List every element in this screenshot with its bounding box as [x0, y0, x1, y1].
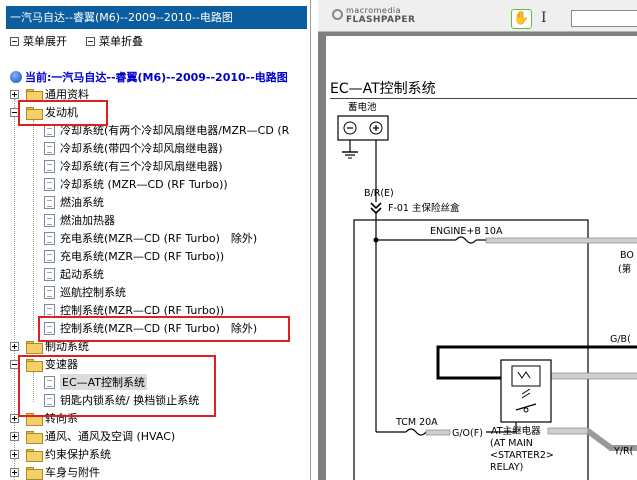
tree-node-restraint[interactable]: 约束保护系统 — [10, 446, 111, 462]
document-page: EC—AT控制系统 蓄电池 B/R(E) F-01 主保险丝盒 ENGINE+B… — [326, 36, 637, 480]
relay-label-en1: (AT MAIN — [490, 438, 533, 449]
fuse-box-frame — [353, 219, 589, 480]
document-icon — [44, 285, 55, 299]
highlight-box-transmission — [18, 355, 216, 417]
folder-icon — [26, 430, 43, 444]
globe-icon — [10, 71, 22, 83]
page-title: EC—AT控制系统 — [330, 81, 436, 97]
label-bo: BO — [620, 250, 634, 261]
document-icon — [44, 195, 55, 209]
collapse-icon — [86, 36, 95, 46]
document-icon — [44, 159, 55, 173]
wire-gb-label: G/B( — [610, 334, 631, 345]
relay-label-en2: <STARTER2> — [490, 450, 554, 461]
wire-br-label: B/R(E) — [364, 188, 394, 199]
expand-toggle-icon[interactable] — [10, 90, 19, 99]
flashpaper-logo: macromedia FLASHPAPER — [332, 6, 415, 26]
document-icon — [44, 231, 55, 245]
macromedia-swirl-icon — [332, 9, 343, 20]
document-icon — [44, 213, 55, 227]
tree-leaf-charging-mzr[interactable]: 充电系统(MZR—CD (RF Turbo)) — [44, 248, 224, 264]
left-pane: 一汽马自达--睿翼(M6)--2009--2010--电路图 菜单展开 菜单折叠… — [0, 0, 311, 480]
document-icon — [44, 141, 55, 155]
engine-fuse-symbol — [455, 236, 477, 244]
connector-symbol — [370, 202, 382, 215]
tree-leaf-starting[interactable]: 起动系统 — [44, 266, 104, 282]
current-path-link[interactable]: 当前:一汽马自达--睿翼(M6)--2009--2010--电路图 — [10, 70, 288, 84]
expand-toggle-icon[interactable] — [10, 342, 19, 351]
text-select-icon[interactable]: I — [541, 10, 547, 26]
folder-icon — [26, 466, 43, 480]
document-icon — [44, 267, 55, 281]
folder-icon — [26, 88, 43, 102]
tree-leaf-cruise[interactable]: 巡航控制系统 — [44, 284, 126, 300]
tree-node-body[interactable]: 车身与附件 — [10, 464, 100, 480]
label-paren: (第 — [618, 263, 631, 275]
tree-leaf-cooling-3fan[interactable]: 冷却系统(有三个冷却风扇继电器) — [44, 158, 223, 174]
tcm-fuse-label: TCM 20A — [395, 417, 438, 428]
expand-toggle-icon[interactable] — [10, 432, 19, 441]
relay-label-en3: RELAY) — [490, 462, 523, 473]
tree-leaf-charging-except[interactable]: 充电系统(MZR—CD (RF Turbo) 除外) — [44, 230, 257, 246]
hand-tool-icon[interactable]: ✋ — [511, 9, 532, 29]
tcm-fuse-symbol — [405, 428, 427, 436]
viewer-toolbar: macromedia FLASHPAPER ✋ I — [318, 0, 637, 32]
collapse-all-button[interactable]: 菜单折叠 — [86, 34, 143, 48]
pane-title: 一汽马自达--睿翼(M6)--2009--2010--电路图 — [6, 6, 307, 29]
viewer-search-input[interactable] — [571, 10, 637, 27]
expand-toggle-icon[interactable] — [10, 450, 19, 459]
document-icon — [44, 177, 55, 191]
engine-fuse-label: ENGINE+B 10A — [430, 226, 503, 237]
relay-output-wire — [547, 372, 637, 380]
highlight-box-engine — [18, 100, 108, 126]
folder-icon — [26, 340, 43, 354]
expand-all-button[interactable]: 菜单展开 — [10, 34, 67, 48]
expand-toggle-icon[interactable] — [10, 468, 19, 477]
relay-label-cn: AT主继电器 — [491, 425, 541, 437]
highlight-box-control — [38, 316, 290, 342]
engine-fuse-wire — [485, 237, 637, 244]
tree-guide-line — [33, 120, 34, 330]
flashpaper-viewer: macromedia FLASHPAPER ✋ I EC—AT控制系统 蓄电池 … — [318, 0, 637, 480]
fuse-box-label: F-01 主保险丝盒 — [388, 202, 460, 214]
folder-icon — [26, 448, 43, 462]
tree-leaf-fuel-heater[interactable]: 燃油加热器 — [44, 212, 115, 228]
wire-go-label: G/O(F) — [452, 428, 483, 439]
battery-label: 蓄电池 — [348, 102, 377, 113]
wiring-diagram: 蓄电池 B/R(E) F-01 主保险丝盒 ENGINE+B 10A BO (第… — [337, 102, 637, 480]
tree-leaf-cooling-mzr[interactable]: 冷却系统 (MZR—CD (RF Turbo)) — [44, 176, 228, 192]
document-icon — [44, 303, 55, 317]
document-icon — [44, 249, 55, 263]
tree-leaf-fuel-system[interactable]: 燃油系统 — [44, 194, 104, 210]
title-divider — [330, 98, 637, 99]
tree-node-hvac[interactable]: 通风、通风及空调 (HVAC) — [10, 428, 175, 444]
wire-yr-label: Y/R( — [613, 446, 633, 457]
tree-leaf-cooling-4fan[interactable]: 冷却系统(带四个冷却风扇继电器) — [44, 140, 223, 156]
expand-icon — [10, 36, 19, 46]
